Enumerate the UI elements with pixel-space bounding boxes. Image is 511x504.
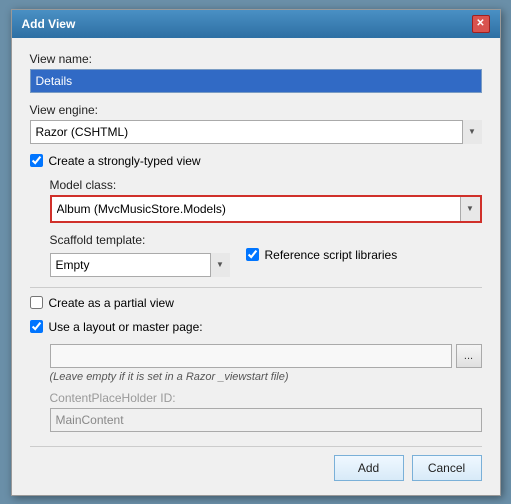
strongly-typed-checkbox[interactable] xyxy=(30,154,43,167)
scaffold-template-select[interactable]: Empty Create Delete Details Edit List xyxy=(50,253,230,277)
model-class-select-wrapper: Album (MvcMusicStore.Models) (none) xyxy=(50,195,482,223)
view-name-input[interactable] xyxy=(30,69,482,93)
layout-input-row: ... xyxy=(50,344,482,368)
view-engine-select[interactable]: Razor (CSHTML) ASPX xyxy=(30,120,482,144)
layout-input-section: ... (Leave empty if it is set in a Razor… xyxy=(30,344,482,432)
reference-scripts-row: Reference script libraries xyxy=(246,248,398,262)
content-placeholder-label: ContentPlaceHolder ID: xyxy=(50,391,482,405)
view-engine-row: View engine: Razor (CSHTML) ASPX xyxy=(30,103,482,144)
reference-scripts-checkbox[interactable] xyxy=(246,248,259,261)
layout-checkbox[interactable] xyxy=(30,320,43,333)
button-row: Add Cancel xyxy=(30,446,482,481)
add-button[interactable]: Add xyxy=(334,455,404,481)
model-class-select[interactable]: Album (MvcMusicStore.Models) (none) xyxy=(52,197,480,221)
cancel-button[interactable]: Cancel xyxy=(412,455,482,481)
dialog-body: View name: View engine: Razor (CSHTML) A… xyxy=(12,38,500,495)
divider xyxy=(30,287,482,288)
scaffold-row: Scaffold template: Empty Create Delete D… xyxy=(30,233,482,277)
model-class-label: Model class: xyxy=(50,178,482,192)
view-name-label: View name: xyxy=(30,52,482,66)
layout-row: Use a layout or master page: xyxy=(30,320,482,334)
add-view-dialog: Add View ✕ View name: View engine: Razor… xyxy=(11,9,501,496)
layout-label: Use a layout or master page: xyxy=(49,320,203,334)
reference-scripts-label: Reference script libraries xyxy=(265,248,398,262)
layout-path-input[interactable] xyxy=(50,344,452,368)
view-engine-label: View engine: xyxy=(30,103,482,117)
close-button[interactable]: ✕ xyxy=(472,15,490,33)
title-bar: Add View ✕ xyxy=(12,10,500,38)
scaffold-template-label: Scaffold template: xyxy=(50,233,230,247)
partial-view-checkbox[interactable] xyxy=(30,296,43,309)
view-name-row: View name: xyxy=(30,52,482,93)
scaffold-select-wrapper: Empty Create Delete Details Edit List xyxy=(50,253,230,277)
scaffold-group: Scaffold template: Empty Create Delete D… xyxy=(50,233,230,277)
view-engine-select-wrapper: Razor (CSHTML) ASPX xyxy=(30,120,482,144)
content-placeholder-input xyxy=(50,408,482,432)
strongly-typed-label: Create a strongly-typed view xyxy=(49,154,201,168)
model-class-section: Model class: Album (MvcMusicStore.Models… xyxy=(30,178,482,223)
partial-view-label: Create as a partial view xyxy=(49,296,174,310)
layout-hint: (Leave empty if it is set in a Razor _vi… xyxy=(50,371,482,383)
partial-view-row: Create as a partial view xyxy=(30,296,482,310)
strongly-typed-row: Create a strongly-typed view xyxy=(30,154,482,168)
dialog-title: Add View xyxy=(22,17,76,31)
browse-button[interactable]: ... xyxy=(456,344,482,368)
